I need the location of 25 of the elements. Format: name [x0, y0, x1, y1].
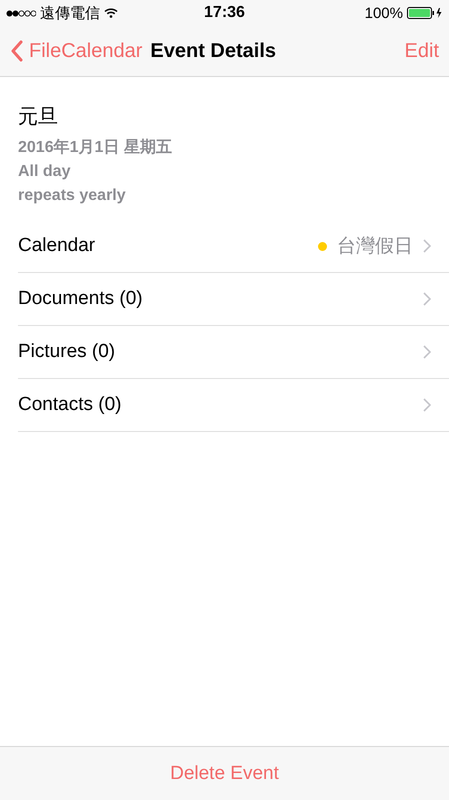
list-row[interactable]: Documents (0) [18, 273, 449, 326]
battery-percent: 100% [364, 4, 403, 22]
back-chevron-icon[interactable] [10, 40, 23, 62]
carrier-name: 遠傳電信 [40, 4, 100, 22]
battery-charging-icon [406, 7, 443, 19]
nav-title: Event Details [149, 40, 277, 62]
wifi-icon [104, 8, 118, 18]
chevron-icon [423, 345, 431, 359]
list-row[interactable]: Contacts (0) [18, 379, 449, 432]
row-label: Documents (0) [18, 288, 143, 310]
row-label: Calendar [18, 235, 96, 257]
event-time: All day [18, 162, 72, 182]
chevron-icon [423, 239, 431, 253]
event-title: 元旦 [18, 105, 59, 130]
signal-icon [6, 10, 36, 16]
event-date: 2016年1月1日 星期五 [18, 138, 173, 158]
row-value: 台灣假日 [337, 235, 413, 259]
chevron-icon [423, 398, 431, 412]
row-label: Contacts (0) [18, 394, 122, 416]
row-label: Pictures (0) [18, 341, 116, 363]
status-time: 17:36 [204, 4, 245, 22]
list-row[interactable]: Calendar 台灣假日 [18, 220, 449, 273]
chevron-icon [423, 292, 431, 306]
event-recurrence: repeats yearly [18, 186, 127, 206]
list-row[interactable]: Pictures (0) [18, 326, 449, 379]
